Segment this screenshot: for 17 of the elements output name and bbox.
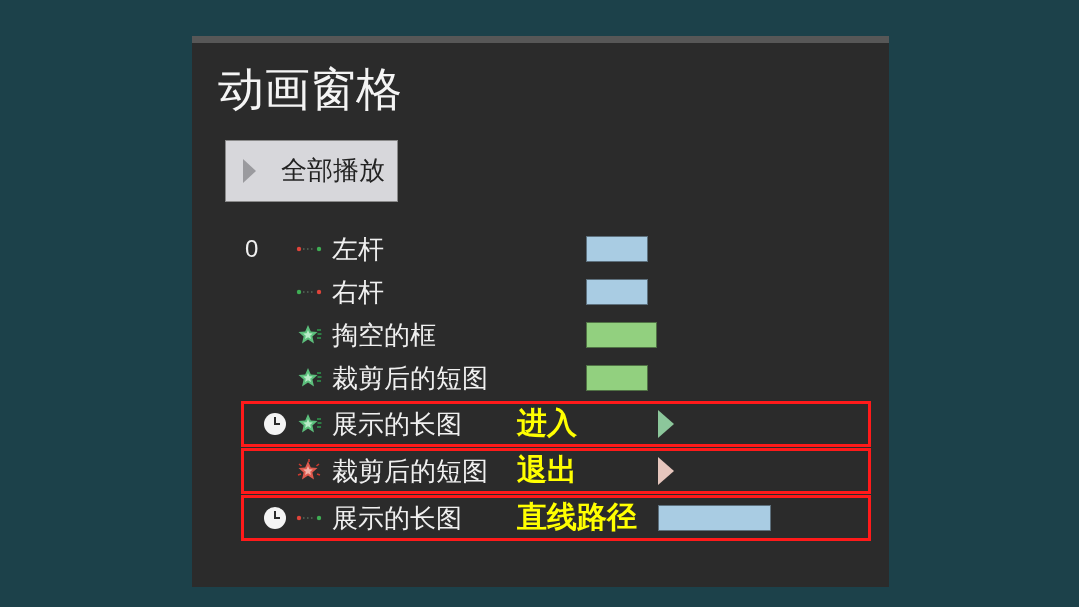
effect-label: 展示的长图 <box>332 410 462 437</box>
annotation-label: 直线路径 <box>517 502 637 532</box>
effect-label: 掏空的框 <box>332 322 436 349</box>
effect-label: 左杆 <box>332 236 384 263</box>
motion-path-icon <box>296 245 322 254</box>
motion-path-icon <box>296 513 322 522</box>
effect-label: 裁剪后的短图 <box>332 365 488 392</box>
effect-label: 右杆 <box>332 279 384 306</box>
effect-label: 展示的长图 <box>332 504 462 531</box>
annotation-label: 退出 <box>517 455 577 485</box>
annotation-label: 进入 <box>517 408 577 438</box>
pane-title: 动画窗格 <box>217 62 403 115</box>
effect-label: 裁剪后的短图 <box>332 457 488 484</box>
motion-path-icon <box>296 288 322 297</box>
play-icon <box>243 158 256 183</box>
sequence-number: 0 <box>244 237 259 262</box>
play-all-button[interactable]: 全部播放 <box>225 139 398 202</box>
